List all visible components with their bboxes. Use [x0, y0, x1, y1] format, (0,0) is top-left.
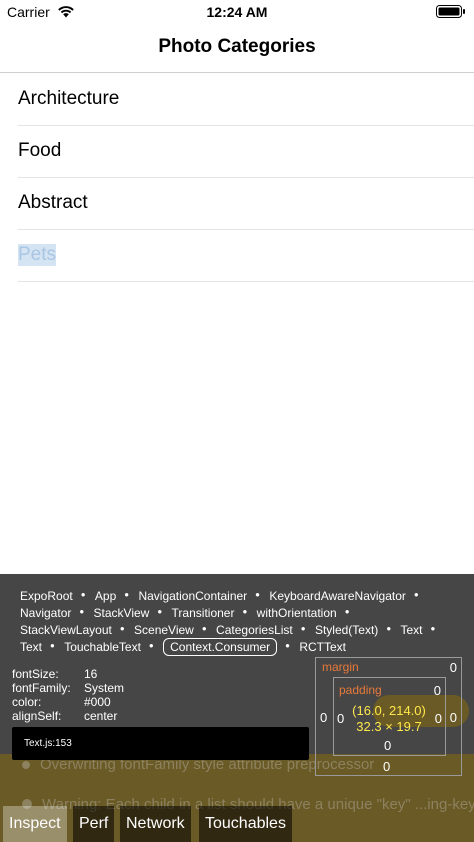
- breadcrumb-separator-icon: ●: [79, 607, 85, 616]
- padding-bottom-value: 0: [384, 738, 392, 753]
- padding-left-value: 0: [337, 711, 345, 726]
- breadcrumb-separator-icon: ●: [255, 590, 261, 599]
- breadcrumb-separator-icon: ●: [157, 607, 163, 616]
- element-dimensions: (16.0, 214.0) 32.3 × 19.7: [348, 703, 430, 735]
- box-model-margin: margin 0 0 0 0 padding 0 0 0 0 (16.0, 21…: [315, 657, 462, 776]
- tab-network[interactable]: Network: [120, 806, 191, 842]
- warning-bullet-icon: [22, 761, 30, 769]
- style-property-row: fontFamily: System: [12, 681, 124, 695]
- breadcrumb-item[interactable]: ExpoRoot: [20, 588, 73, 604]
- padding-label: padding: [339, 683, 382, 697]
- breadcrumb-separator-icon: ●: [201, 624, 207, 633]
- property-value: #000: [84, 695, 111, 709]
- breadcrumb-separator-icon: ●: [124, 590, 130, 599]
- breadcrumb-item[interactable]: withOrientation: [257, 605, 337, 621]
- property-key: color:: [12, 695, 42, 709]
- breadcrumb-separator-icon: ●: [242, 607, 248, 616]
- breadcrumb-separator-icon: ●: [413, 590, 419, 599]
- breadcrumb-item[interactable]: NavigationContainer: [138, 588, 247, 604]
- breadcrumb-item[interactable]: StackView: [94, 605, 150, 621]
- source-file-label: Text.js:153: [24, 738, 72, 749]
- breadcrumb-item[interactable]: SceneView: [134, 622, 194, 638]
- box-model-padding: padding 0 0 0 0 (16.0, 214.0) 32.3 × 19.…: [333, 677, 446, 756]
- margin-label: margin: [322, 660, 359, 674]
- list-item-abstract[interactable]: Abstract: [18, 178, 474, 230]
- property-key: fontSize:: [12, 667, 59, 681]
- style-properties: fontSize: 16 fontFamily: System color: #…: [12, 667, 124, 723]
- breadcrumb-item[interactable]: RCTText: [299, 639, 346, 655]
- list-item-label: Architecture: [18, 88, 120, 109]
- inspector-tab-bar: Inspect Perf Network Touchables: [0, 806, 474, 842]
- breadcrumb-separator-icon: ●: [119, 624, 125, 633]
- margin-right-value: 0: [449, 710, 457, 725]
- margin-top-value: 0: [449, 660, 457, 675]
- breadcrumb-item[interactable]: KeyboardAwareNavigator: [269, 588, 406, 604]
- list-item-architecture[interactable]: Architecture: [18, 74, 474, 126]
- breadcrumb-item[interactable]: StackViewLayout: [20, 622, 112, 638]
- breadcrumb-item[interactable]: CategoriesList: [216, 622, 293, 638]
- list-item-food[interactable]: Food: [18, 126, 474, 178]
- margin-bottom-value: 0: [383, 759, 391, 774]
- breadcrumb-item[interactable]: Transitioner: [172, 605, 235, 621]
- breadcrumb-separator-icon: ●: [50, 641, 55, 650]
- breadcrumb-item[interactable]: Navigator: [20, 605, 71, 621]
- breadcrumb-item[interactable]: TouchableText: [64, 639, 141, 655]
- property-value: System: [84, 681, 125, 695]
- property-key: fontFamily:: [12, 681, 71, 695]
- list-item-label: Abstract: [18, 192, 88, 213]
- status-time: 12:24 AM: [206, 4, 268, 20]
- tab-perf[interactable]: Perf: [73, 806, 115, 842]
- element-size: 32.3 × 19.7: [356, 719, 422, 734]
- category-list: Architecture Food Abstract Pets: [0, 74, 474, 282]
- source-location[interactable]: Text.js:153: [12, 727, 309, 760]
- property-value: center: [84, 709, 118, 723]
- breadcrumb-item-selected[interactable]: Context.Consumer: [163, 638, 278, 656]
- breadcrumb-item[interactable]: Text: [401, 622, 423, 638]
- style-property-row: fontSize: 16: [12, 667, 124, 681]
- hierarchy-breadcrumb: ExpoRoot ● App ● NavigationContainer ● Keyb…: [20, 587, 460, 656]
- breadcrumb-separator-icon: ●: [300, 624, 306, 633]
- list-item-pets[interactable]: Pets: [18, 230, 474, 282]
- padding-top-value: 0: [433, 683, 441, 698]
- breadcrumb-separator-icon: ●: [386, 624, 392, 633]
- breadcrumb-item[interactable]: Styled(Text): [315, 622, 378, 638]
- navigation-bar: Photo Categories: [0, 24, 474, 73]
- breadcrumb-item[interactable]: App: [95, 588, 116, 604]
- style-property-row: color: #000: [12, 695, 124, 709]
- breadcrumb-separator-icon: ●: [148, 641, 154, 650]
- breadcrumb-separator-icon: ●: [285, 641, 290, 650]
- property-value: 16: [84, 667, 98, 681]
- tab-touchables[interactable]: Touchables: [199, 806, 292, 842]
- breadcrumb-item[interactable]: Text: [20, 639, 42, 655]
- style-property-row: alignSelf: center: [12, 709, 124, 723]
- padding-right-value: 0: [434, 711, 442, 726]
- list-item-label-highlighted: Pets: [18, 244, 57, 266]
- element-inspector: ExpoRoot ● App ● NavigationContainer ● Keyb…: [0, 574, 474, 842]
- property-key: alignSelf:: [12, 709, 62, 723]
- list-item-label: Food: [18, 140, 62, 161]
- breadcrumb-separator-icon: ●: [80, 590, 86, 599]
- page-title: Photo Categories: [158, 36, 316, 57]
- breadcrumb-separator-icon: ●: [430, 624, 436, 633]
- tab-inspect[interactable]: Inspect: [3, 806, 67, 842]
- margin-left-value: 0: [320, 710, 328, 725]
- battery-icon: [436, 5, 465, 18]
- element-position: (16.0, 214.0): [352, 703, 426, 718]
- breadcrumb-separator-icon: ●: [344, 607, 350, 616]
- status-bar: Carrier 12:24 AM: [0, 0, 474, 24]
